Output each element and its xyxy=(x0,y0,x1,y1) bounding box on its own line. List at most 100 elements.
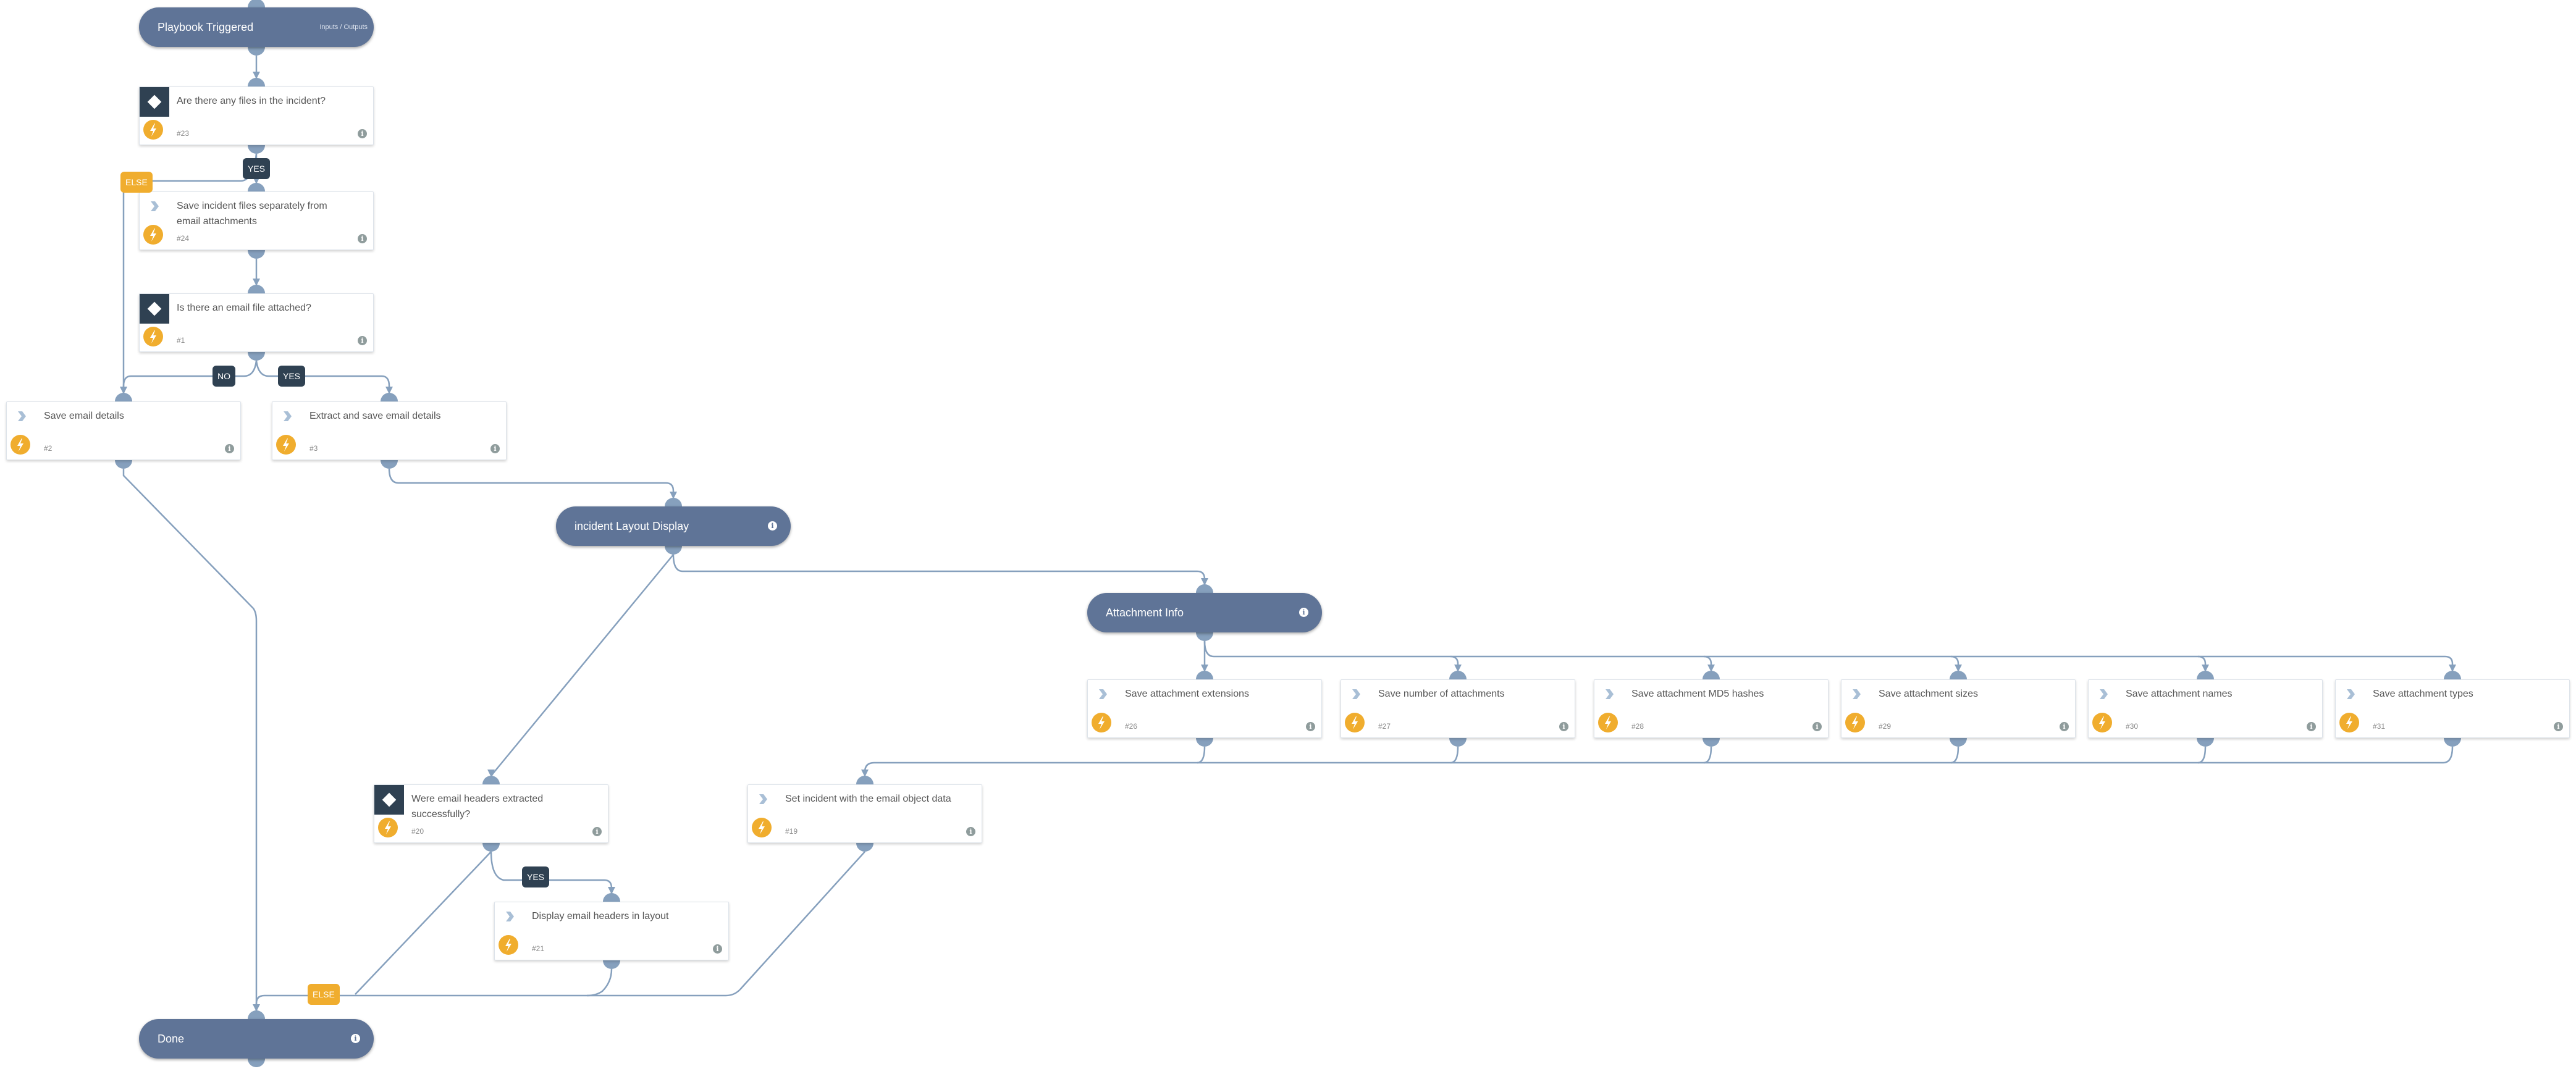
input-port[interactable] xyxy=(2444,671,2461,679)
branch-badge-yes[interactable]: YES xyxy=(278,366,306,387)
task-20[interactable]: Were email headers extracted successfull… xyxy=(374,784,608,843)
end-node-done[interactable]: Done i xyxy=(139,1019,374,1059)
connection-edge xyxy=(388,468,675,499)
task-label: Save attachment extensions xyxy=(1125,689,1250,699)
input-port[interactable] xyxy=(1196,671,1213,679)
info-icon[interactable]: i xyxy=(1299,608,1308,617)
info-icon[interactable]: i xyxy=(2554,722,2563,731)
info-icon[interactable]: i xyxy=(2307,722,2316,731)
automation-bolt-icon xyxy=(1845,713,1865,732)
input-port[interactable] xyxy=(248,285,265,293)
output-port[interactable] xyxy=(603,960,620,969)
section-attachment-info[interactable]: Attachment Info i xyxy=(1087,593,1322,632)
task-21[interactable]: Display email headers in layout #21 i xyxy=(494,902,729,960)
input-port[interactable] xyxy=(115,393,132,401)
chevron-right-icon xyxy=(1853,689,1861,699)
input-port[interactable] xyxy=(1449,671,1467,679)
arrowhead xyxy=(1454,665,1462,672)
playbook-canvas[interactable]: Playbook Triggered Inputs / Outputs inci… xyxy=(0,0,2576,1074)
task-1[interactable]: Is there an email file attached? #1 i xyxy=(139,293,374,352)
task-26[interactable]: Save attachment extensions #26 i xyxy=(1087,679,1322,738)
task-label: Save attachment types xyxy=(2373,689,2473,699)
info-icon[interactable]: i xyxy=(713,944,722,954)
input-port[interactable] xyxy=(665,498,682,506)
info-icon[interactable]: i xyxy=(490,444,500,453)
chevron-right-icon xyxy=(1352,689,1360,699)
input-port[interactable] xyxy=(248,183,265,191)
info-icon[interactable]: i xyxy=(966,827,975,836)
output-port[interactable] xyxy=(1449,738,1467,747)
branch-badge-yes[interactable]: YES xyxy=(243,158,271,179)
input-port[interactable] xyxy=(2197,671,2214,679)
inputs-outputs-link[interactable]: Inputs / Outputs xyxy=(319,7,368,47)
info-icon[interactable]: i xyxy=(1812,722,1822,731)
input-port[interactable] xyxy=(248,0,265,7)
info-icon[interactable]: i xyxy=(358,129,367,138)
branch-badge-yes[interactable]: YES xyxy=(522,866,550,887)
info-icon[interactable]: i xyxy=(358,234,367,243)
input-port[interactable] xyxy=(603,893,620,902)
connection-edge xyxy=(1703,746,1712,764)
output-port[interactable] xyxy=(248,352,265,361)
output-port[interactable] xyxy=(248,1059,265,1067)
info-icon[interactable]: i xyxy=(592,827,602,836)
output-port[interactable] xyxy=(1703,738,1720,747)
info-icon[interactable]: i xyxy=(768,521,777,531)
task-3[interactable]: Extract and save email details #3 i xyxy=(272,401,507,460)
output-port[interactable] xyxy=(665,546,682,555)
input-port[interactable] xyxy=(482,776,500,784)
condition-diamond-icon xyxy=(140,294,169,324)
task-27[interactable]: Save number of attachments #27 i xyxy=(1341,679,1575,738)
task-23[interactable]: Are there any files in the incident? #23… xyxy=(139,86,374,145)
task-number: #1 xyxy=(177,336,185,345)
input-port[interactable] xyxy=(1703,671,1720,679)
task-30[interactable]: Save attachment names #30 i xyxy=(2088,679,2323,738)
output-port[interactable] xyxy=(248,47,265,56)
task-28[interactable]: Save attachment MD5 hashes #28 i xyxy=(1594,679,1829,738)
output-port[interactable] xyxy=(1196,632,1213,641)
arrowhead xyxy=(670,492,677,499)
info-icon[interactable]: i xyxy=(351,1034,360,1043)
task-2[interactable]: Save email details #2 i xyxy=(6,401,241,460)
output-port[interactable] xyxy=(248,145,265,154)
task-24[interactable]: Save incident files separately from emai… xyxy=(139,191,374,250)
output-port[interactable] xyxy=(482,843,500,852)
output-port[interactable] xyxy=(2197,738,2214,747)
branch-badge-no[interactable]: NO xyxy=(213,366,235,387)
connection-edge xyxy=(672,554,1206,585)
task-label: Set incident with the email object data xyxy=(785,794,951,804)
input-port[interactable] xyxy=(381,393,398,401)
info-icon[interactable]: i xyxy=(358,336,367,345)
task-number: #31 xyxy=(2373,722,2386,731)
branch-badge-else[interactable]: ELSE xyxy=(308,984,340,1005)
task-31[interactable]: Save attachment types #31 i xyxy=(2335,679,2570,738)
input-port[interactable] xyxy=(1196,584,1213,593)
branch-badge-else[interactable]: ELSE xyxy=(120,172,153,193)
info-icon[interactable]: i xyxy=(2060,722,2069,731)
input-port[interactable] xyxy=(856,776,873,784)
automation-bolt-icon xyxy=(2339,713,2359,732)
output-port[interactable] xyxy=(2444,738,2461,747)
start-node-playbook-triggered[interactable]: Playbook Triggered Inputs / Outputs xyxy=(139,7,374,47)
input-port[interactable] xyxy=(1950,671,1967,679)
output-port[interactable] xyxy=(248,250,265,259)
section-incident-layout-display[interactable]: incident Layout Display i xyxy=(556,506,791,546)
task-label: Save attachment MD5 hashes xyxy=(1631,689,1764,699)
task-29[interactable]: Save attachment sizes #29 i xyxy=(1841,679,2076,738)
info-icon[interactable]: i xyxy=(1559,722,1568,731)
output-port[interactable] xyxy=(1950,738,1967,747)
connections-layer xyxy=(115,0,2461,1067)
task-19[interactable]: Set incident with the email object data … xyxy=(747,784,982,843)
output-port[interactable] xyxy=(115,460,132,469)
task-number: #26 xyxy=(1125,722,1138,731)
output-port[interactable] xyxy=(381,460,398,469)
input-port[interactable] xyxy=(248,1010,265,1019)
output-port[interactable] xyxy=(856,843,873,852)
section-title: incident Layout Display xyxy=(575,520,689,532)
output-port[interactable] xyxy=(1196,738,1213,747)
chevron-right-icon xyxy=(2100,689,2108,699)
arrowhead xyxy=(385,387,393,394)
info-icon[interactable]: i xyxy=(225,444,234,453)
info-icon[interactable]: i xyxy=(1306,722,1315,731)
input-port[interactable] xyxy=(248,78,265,86)
